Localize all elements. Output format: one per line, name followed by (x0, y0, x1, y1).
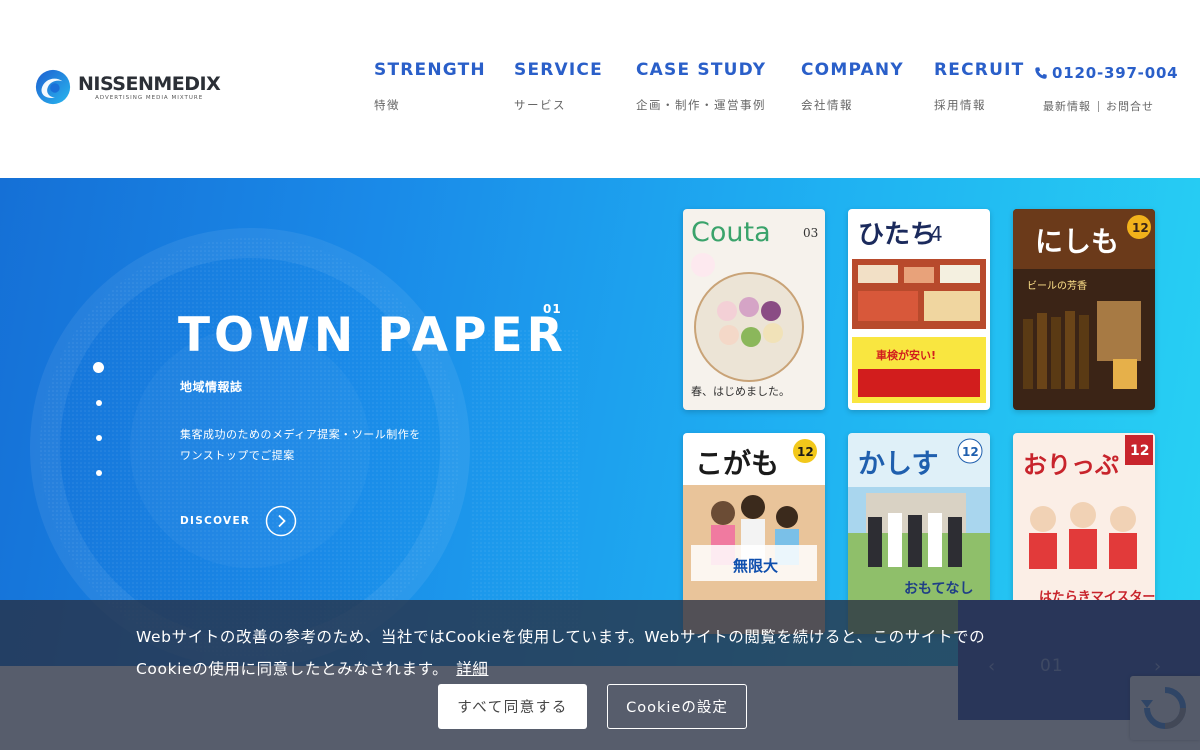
nav-item-sublabel: 企画・制作・運営事例 (636, 98, 766, 112)
svg-text:春、はじめました。: 春、はじめました。 (691, 385, 790, 398)
nav-item-label: STRENGTH (374, 60, 486, 80)
nav-item-sublabel: 会社情報 (801, 98, 853, 112)
contact-link[interactable]: お問合せ (1106, 98, 1154, 114)
news-link[interactable]: 最新情報 (1043, 98, 1091, 114)
site-header: NISSENMEDIX ADVERTISING MEDIA MIXTURE ST… (0, 0, 1200, 178)
svg-text:おもてなし: おもてなし (904, 581, 973, 597)
svg-text:12: 12 (797, 445, 814, 459)
svg-text:12: 12 (962, 445, 979, 459)
discover-button[interactable]: DISCOVER (180, 505, 297, 537)
cookie-banner: Webサイトの改善の参考のため、当社ではCookieを使用しています。Webサイ… (0, 600, 1200, 750)
nav-item-label: SERVICE (514, 60, 603, 80)
svg-text:ひたち: ひたち (858, 220, 936, 250)
magazine-cover-nishimo[interactable]: にしも 12 ビールの芳香 (1013, 209, 1155, 410)
magazine-cover-hitachi[interactable]: ひたち 4 車検が安い! (848, 209, 990, 410)
svg-text:ビールの芳香: ビールの芳香 (1027, 279, 1087, 292)
hero-subtitle: 地域情報誌 (180, 380, 243, 394)
logo-name: NISSENMEDIX (78, 72, 221, 95)
nav-item-strength[interactable]: STRENGTH 特徴 (374, 60, 486, 113)
nav-item-case-study[interactable]: CASE STUDY 企画・制作・運営事例 (636, 60, 766, 113)
cookie-message: Webサイトの改善の参考のため、当社ではCookieを使用しています。Webサイ… (136, 621, 1036, 685)
magazine-cover-couta[interactable]: Couta 03 春、はじめました。 (683, 209, 825, 410)
site-logo[interactable]: NISSENMEDIX ADVERTISING MEDIA MIXTURE (34, 68, 221, 106)
slide-dot-4[interactable] (96, 470, 102, 476)
svg-text:12: 12 (1130, 443, 1149, 459)
svg-text:無限大: 無限大 (733, 557, 778, 575)
nav-item-sublabel: サービス (514, 98, 566, 112)
svg-text:にしも: にしも (1035, 225, 1119, 258)
svg-text:かしす: かしす (858, 449, 938, 480)
hero-title: TOWN PAPER (178, 308, 567, 363)
divider (1098, 100, 1099, 112)
magazine-cover-image: にしも 12 ビールの芳香 (1013, 209, 1155, 410)
discover-label: DISCOVER (180, 515, 251, 527)
arrow-circle-icon (266, 505, 297, 537)
svg-text:車検が安い!: 車検が安い! (876, 348, 936, 362)
hero-description-line: ワンストップでご提案 (180, 449, 295, 462)
nav-item-service[interactable]: SERVICE サービス (514, 60, 603, 113)
magazine-cover-image: Couta 03 春、はじめました。 (683, 209, 825, 410)
logo-swirl-icon (35, 69, 71, 105)
slide-dot-3[interactable] (96, 435, 102, 441)
cookie-message-text: Webサイトの改善の参考のため、当社ではCookieを使用しています。Webサイ… (136, 628, 986, 678)
svg-text:おりっぷ: おりっぷ (1023, 451, 1119, 479)
nav-item-sublabel: 採用情報 (934, 98, 986, 112)
nav-item-sublabel: 特徴 (374, 98, 400, 112)
svg-text:03: 03 (803, 226, 818, 240)
hero-description-line: 集客成功のためのメディア提案・ツール制作を (180, 428, 421, 441)
nav-item-company[interactable]: COMPANY 会社情報 (801, 60, 904, 113)
cover-title: Couta (691, 217, 771, 248)
magazine-cover-image: ひたち 4 車検が安い! (848, 209, 990, 410)
hero-slider: TOWN PAPER 01 地域情報誌 集客成功のためのメディア提案・ツール制作… (0, 178, 1200, 666)
phone-link[interactable]: 0120-397-004 (1034, 64, 1178, 82)
nav-item-recruit[interactable]: RECRUIT 採用情報 (934, 60, 1024, 113)
cookie-details-link[interactable]: 詳細 (456, 660, 488, 678)
nav-item-label: COMPANY (801, 60, 904, 80)
phone-number: 0120-397-004 (1052, 64, 1179, 82)
logo-tagline: ADVERTISING MEDIA MIXTURE (95, 94, 204, 101)
slide-dot-2[interactable] (96, 400, 102, 406)
nav-item-label: CASE STUDY (636, 60, 767, 80)
svg-text:12: 12 (1132, 221, 1149, 235)
phone-icon (1035, 67, 1047, 79)
svg-text:こがも: こがも (695, 447, 779, 480)
svg-text:4: 4 (930, 222, 943, 246)
nav-item-label: RECRUIT (934, 60, 1025, 80)
hero-description: 集客成功のためのメディア提案・ツール制作を ワンストップでご提案 (180, 424, 421, 466)
hero-slide-number: 01 (543, 302, 562, 316)
header-sub-links: 最新情報 お問合せ (1043, 98, 1154, 114)
slide-dot-1[interactable] (93, 362, 104, 373)
accept-all-button[interactable]: すべて同意する (438, 684, 587, 729)
cookie-settings-button[interactable]: Cookieの設定 (607, 684, 747, 729)
